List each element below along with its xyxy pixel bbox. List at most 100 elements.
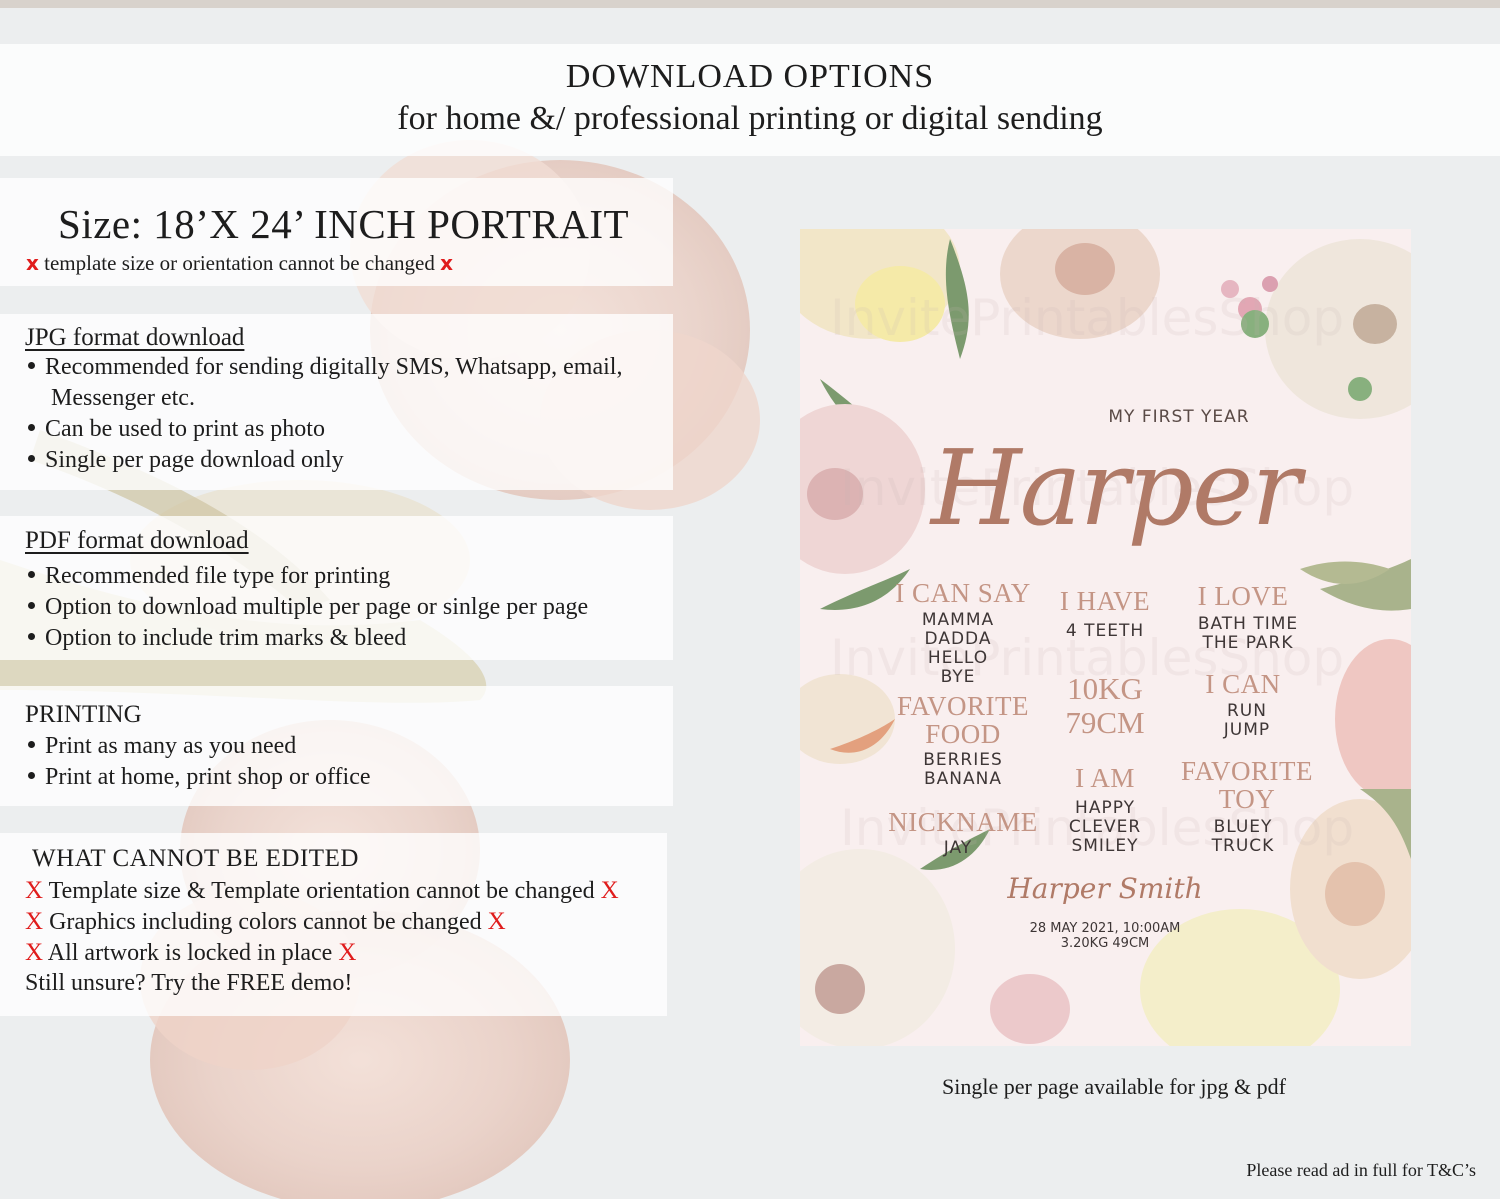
favorite-food-values: BERRIES BANANA bbox=[883, 751, 1043, 789]
i-can-say-title: I CAN SAY bbox=[895, 578, 1031, 608]
list-item: Print as many as you need bbox=[25, 733, 296, 760]
favorite-toy-values: BLUEY TRUCK bbox=[1163, 818, 1323, 856]
bullet-icon bbox=[28, 633, 35, 640]
size-note: x template size or orientation cannot be… bbox=[26, 251, 453, 276]
poster-value: BYE bbox=[940, 667, 976, 687]
list-item-continuation: Messenger etc. bbox=[51, 385, 195, 411]
bullet-icon bbox=[28, 455, 35, 462]
restrictions-panel: WHAT CANNOT BE EDITED X Template size & … bbox=[0, 833, 667, 1016]
size-title: Size: 18’X 24’ INCH PORTRAIT bbox=[58, 201, 630, 247]
red-x-icon: X bbox=[25, 908, 44, 935]
bullet-icon bbox=[28, 424, 35, 431]
poster-value: THE PARK bbox=[1202, 633, 1294, 653]
list-item-text: Graphics including colors cannot be chan… bbox=[49, 909, 482, 935]
favorite-toy-title: FAVORITE TOY bbox=[1157, 757, 1337, 813]
red-x-icon: X bbox=[25, 939, 44, 966]
list-item: X All artwork is locked in place X bbox=[25, 939, 356, 967]
list-item: Recommended file type for printing bbox=[25, 563, 390, 590]
poster-value: MAMMA bbox=[921, 610, 995, 630]
poster-value: TRUCK bbox=[1211, 836, 1275, 856]
red-x-icon: X bbox=[600, 877, 619, 904]
preview-caption: Single per page available for jpg & pdf bbox=[942, 1074, 1286, 1099]
list-item-text: Option to download multiple per page or … bbox=[45, 594, 589, 620]
list-item-text: Template size & Template orientation can… bbox=[48, 878, 595, 904]
i-have-values: 4 TEETH bbox=[1025, 622, 1185, 641]
poster-value: JUMP bbox=[1223, 720, 1271, 740]
list-item: Print at home, print shop or office bbox=[25, 764, 371, 791]
poster-heading-line: FAVORITE bbox=[1180, 756, 1313, 786]
list-item-text: Recommended for sending digitally SMS, W… bbox=[45, 354, 623, 380]
page-title: DOWNLOAD OPTIONS bbox=[565, 58, 935, 95]
signature: Harper Smith bbox=[1007, 872, 1203, 905]
list-item: Can be used to print as photo bbox=[25, 416, 325, 443]
bullet-icon bbox=[28, 571, 35, 578]
red-x-icon: X bbox=[25, 877, 44, 904]
list-item-text: Can be used to print as photo bbox=[45, 416, 325, 442]
height-value: 79CM bbox=[1065, 705, 1145, 740]
red-x-icon: X bbox=[338, 939, 357, 966]
header: DOWNLOAD OPTIONS for home &/ professiona… bbox=[0, 44, 1500, 156]
jpg-title: JPG format download bbox=[25, 324, 245, 351]
restrictions-title: WHAT CANNOT BE EDITED bbox=[32, 845, 359, 872]
pdf-panel: PDF format download Recommended file typ… bbox=[0, 516, 673, 660]
bullet-icon bbox=[28, 362, 35, 369]
i-have-title: I HAVE bbox=[1059, 586, 1151, 616]
list-item-text: Recommended file type for printing bbox=[45, 563, 391, 589]
poster-value: SMILEY bbox=[1071, 836, 1139, 856]
nickname-values: JAY bbox=[878, 839, 1038, 858]
watermark: InvitePrintablesShop bbox=[830, 289, 1345, 347]
top-strip bbox=[0, 0, 1500, 8]
poster-value: JAY bbox=[943, 838, 973, 858]
birth-line: 28 MAY 2021, 10:00AM bbox=[1029, 921, 1181, 936]
red-x-icon: x bbox=[440, 251, 453, 275]
i-can-values: RUN JUMP bbox=[1167, 702, 1327, 740]
poster-value: HELLO bbox=[927, 648, 989, 668]
printing-title: PRINTING bbox=[25, 701, 142, 728]
poster-value: BANANA bbox=[924, 769, 1002, 789]
i-love-title: I LOVE bbox=[1197, 581, 1289, 611]
i-can-say-values: MAMMA DADDA HELLO BYE bbox=[878, 611, 1038, 687]
poster-value: BERRIES bbox=[923, 750, 1003, 770]
weight-value: 10KG bbox=[1067, 671, 1143, 706]
poster-value: RUN bbox=[1227, 701, 1267, 721]
list-item: Recommended for sending digitally SMS, W… bbox=[25, 354, 622, 381]
list-item-text: Option to include trim marks & bleed bbox=[45, 625, 407, 651]
list-item-text: Print as many as you need bbox=[45, 733, 297, 759]
poster-heading-line: FOOD bbox=[925, 719, 1001, 749]
list-item-text: Single per page download only bbox=[45, 447, 344, 473]
poster-value: DADDA bbox=[924, 629, 992, 649]
bullet-icon bbox=[28, 741, 35, 748]
favorite-food-title: FAVORITE FOOD bbox=[878, 692, 1048, 748]
demo-note: Still unsure? Try the FREE demo! bbox=[25, 970, 353, 996]
red-x-icon: x bbox=[26, 251, 39, 275]
i-can-title: I CAN bbox=[1205, 669, 1281, 699]
list-item: X Template size & Template orientation c… bbox=[25, 877, 619, 905]
poster-value: BATH TIME bbox=[1197, 614, 1299, 634]
terms-footnote: Please read ad in full for T&C’s bbox=[1246, 1160, 1476, 1180]
birth-details: 28 MAY 2021, 10:00AM 3.20KG 49CM bbox=[990, 921, 1220, 951]
list-item: X Graphics including colors cannot be ch… bbox=[25, 908, 506, 936]
size-panel: Size: 18’X 24’ INCH PORTRAIT x template … bbox=[0, 178, 673, 286]
i-love-values: BATH TIME THE PARK bbox=[1168, 615, 1328, 653]
list-item: Single per page download only bbox=[25, 447, 344, 474]
poster-name: Harper bbox=[930, 427, 1301, 549]
poster-heading-line: TOY bbox=[1218, 784, 1276, 814]
page-subtitle: for home &/ professional printing or dig… bbox=[397, 100, 1103, 137]
bullet-icon bbox=[28, 772, 35, 779]
bullet-icon bbox=[28, 602, 35, 609]
list-item-text: All artwork is locked in place bbox=[47, 940, 333, 966]
poster-value: 4 TEETH bbox=[1065, 621, 1145, 641]
poster-preview: InvitePrintablesShop InvitePrintablesSho… bbox=[800, 229, 1411, 1046]
size-note-text: template size or orientation cannot be c… bbox=[44, 251, 435, 275]
list-item: Option to download multiple per page or … bbox=[25, 594, 588, 621]
poster-subtitle: MY FIRST YEAR bbox=[1108, 407, 1250, 427]
pdf-title: PDF format download bbox=[25, 527, 249, 554]
birth-line: 3.20KG 49CM bbox=[1060, 936, 1150, 951]
list-item: Option to include trim marks & bleed bbox=[25, 625, 406, 652]
red-x-icon: X bbox=[487, 908, 506, 935]
poster-heading-line: FAVORITE bbox=[896, 691, 1029, 721]
printing-panel: PRINTING Print as many as you need Print… bbox=[0, 686, 673, 806]
nickname-title: NICKNAME bbox=[888, 807, 1038, 837]
jpg-panel: JPG format download Recommended for send… bbox=[0, 314, 673, 490]
list-item-text: Print at home, print shop or office bbox=[45, 764, 371, 790]
